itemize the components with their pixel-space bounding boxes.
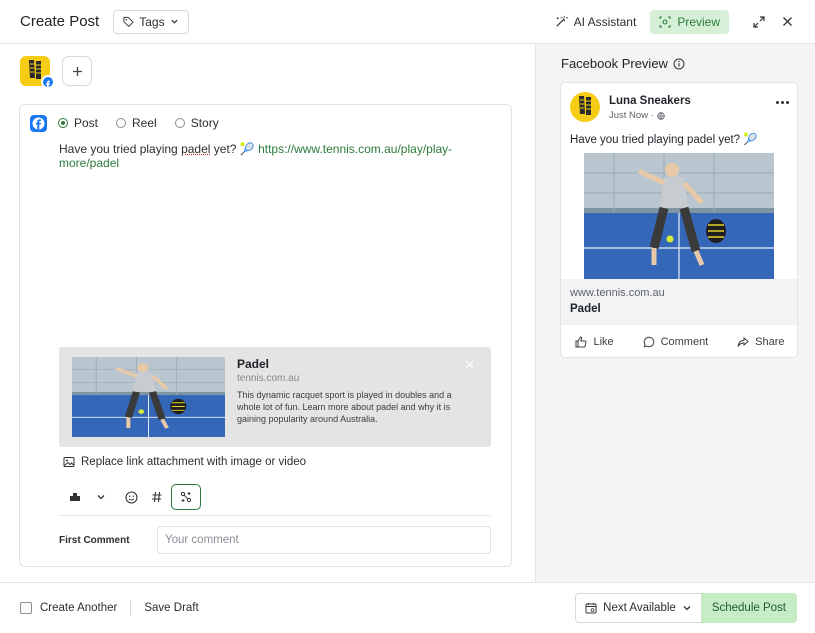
preview-link-title: Padel — [570, 303, 601, 315]
page-name: Luna Sneakers — [609, 95, 691, 107]
ai-tool-button[interactable] — [171, 484, 201, 510]
tag-icon — [123, 16, 134, 27]
account-avatar[interactable] — [20, 56, 55, 89]
first-comment-input[interactable] — [157, 526, 491, 554]
media-dropdown-button[interactable] — [91, 487, 111, 507]
media-button[interactable] — [65, 487, 85, 507]
preview-actions: Like Comment Share — [561, 327, 797, 357]
preview-button[interactable]: Preview — [650, 9, 729, 34]
preview-link-domain: www.tennis.com.au — [570, 287, 665, 299]
preview-panel: Facebook Preview Luna Sneakers Just Now … — [535, 44, 815, 582]
expand-button[interactable] — [749, 12, 769, 32]
post-text-word: padel — [181, 142, 211, 156]
link-preview-image — [72, 357, 225, 437]
replace-link-attachment-button[interactable]: Replace link attachment with image or vi… — [63, 456, 306, 468]
chevron-down-icon — [683, 606, 691, 611]
close-icon — [782, 17, 792, 26]
more-options-icon[interactable] — [776, 101, 789, 104]
divider — [59, 515, 491, 516]
globe-icon — [657, 111, 665, 120]
preview-heading-label: Facebook Preview — [561, 56, 668, 71]
preview-heading: Facebook Preview — [561, 56, 685, 71]
chevron-down-icon — [170, 19, 178, 24]
add-account-button[interactable] — [62, 56, 92, 86]
post-type-label: Story — [190, 116, 219, 130]
like-label: Like — [593, 336, 614, 348]
first-comment-label: First Comment — [59, 535, 130, 546]
ai-assistant-button[interactable]: AI Assistant — [555, 14, 637, 29]
create-another-label: Create Another — [40, 602, 118, 614]
media-icon — [70, 493, 80, 501]
plus-icon — [72, 66, 82, 76]
facebook-icon — [41, 75, 55, 89]
post-editor: Post Reel Story Have you tried playing p… — [19, 104, 512, 567]
post-type-label: Reel — [132, 116, 157, 130]
preview-link-box: www.tennis.com.au Padel — [561, 279, 797, 325]
facebook-icon — [30, 115, 47, 132]
expand-icon — [753, 15, 765, 28]
radio-icon — [116, 118, 127, 128]
post-type-story[interactable]: Story — [174, 116, 219, 130]
post-text-before: Have you tried playing — [59, 142, 182, 156]
post-type-reel[interactable]: Reel — [116, 116, 157, 130]
share-action: Share — [737, 336, 785, 348]
page-avatar — [570, 92, 600, 122]
chevron-down-icon — [97, 495, 105, 500]
preview-icon — [659, 15, 671, 28]
post-type-label: Post — [74, 116, 99, 130]
emoji-icon — [124, 490, 138, 504]
post-text-area[interactable]: Have you tried playing padel yet? 🎾 http… — [59, 142, 511, 170]
post-type-post[interactable]: Post — [58, 116, 98, 130]
footer: Create Another Save Draft Next Available… — [0, 582, 815, 633]
link-preview-title: Padel — [237, 357, 270, 371]
comment-icon — [643, 336, 654, 348]
ai-sparkle-icon — [180, 491, 192, 503]
create-another-checkbox[interactable] — [20, 602, 32, 614]
post-meta: Just Now · — [609, 110, 665, 121]
preview-label: Preview — [677, 14, 720, 29]
comment-action: Comment — [643, 336, 709, 348]
tags-label: Tags — [139, 14, 165, 29]
post-time: Just Now · — [609, 110, 654, 121]
editor-panel: Post Reel Story Have you tried playing p… — [0, 44, 535, 582]
like-action: Like — [575, 336, 614, 348]
facebook-post-preview: Luna Sneakers Just Now · Have you tried … — [560, 82, 798, 358]
radio-selected-icon — [58, 118, 68, 128]
emoji-button[interactable] — [121, 487, 141, 507]
hashtag-icon — [152, 491, 162, 503]
schedule-post-button[interactable]: Schedule Post — [700, 593, 797, 623]
replace-link-label: Replace link attachment with image or vi… — [81, 456, 307, 468]
close-icon — [465, 360, 474, 369]
info-icon[interactable] — [673, 58, 685, 70]
image-icon — [63, 457, 75, 467]
preview-link-image — [584, 153, 774, 279]
preview-post-text: Have you tried playing padel yet? 🎾 — [570, 134, 758, 146]
next-available-label: Next Available — [603, 602, 676, 614]
magic-wand-icon — [556, 15, 568, 27]
ai-assistant-label: AI Assistant — [573, 14, 637, 29]
divider — [130, 600, 132, 616]
page-title: Create Post — [20, 13, 100, 30]
remove-link-button[interactable] — [465, 357, 477, 369]
close-button[interactable] — [777, 12, 797, 32]
link-preview-description: This dynamic racquet sport is played in … — [237, 390, 452, 424]
header: Create Post Tags AI Assistant Preview — [0, 0, 815, 44]
next-available-dropdown[interactable]: Next Available — [575, 593, 701, 623]
thumbs-up-icon — [575, 336, 587, 348]
comment-label: Comment — [660, 336, 709, 348]
hashtag-button[interactable] — [147, 487, 167, 507]
post-text-after: yet? 🎾 — [210, 142, 259, 156]
editor-toolbar — [65, 484, 201, 510]
sneaker-logo-icon — [579, 96, 591, 115]
calendar-icon — [585, 603, 597, 614]
link-preview-domain: tennis.com.au — [237, 373, 300, 384]
tags-button[interactable]: Tags — [113, 9, 189, 34]
link-preview-card: Padel tennis.com.au This dynamic racquet… — [59, 347, 491, 447]
share-icon — [737, 336, 749, 347]
share-label: Share — [755, 336, 785, 348]
radio-icon — [174, 118, 185, 128]
save-draft-button[interactable]: Save Draft — [144, 602, 198, 614]
